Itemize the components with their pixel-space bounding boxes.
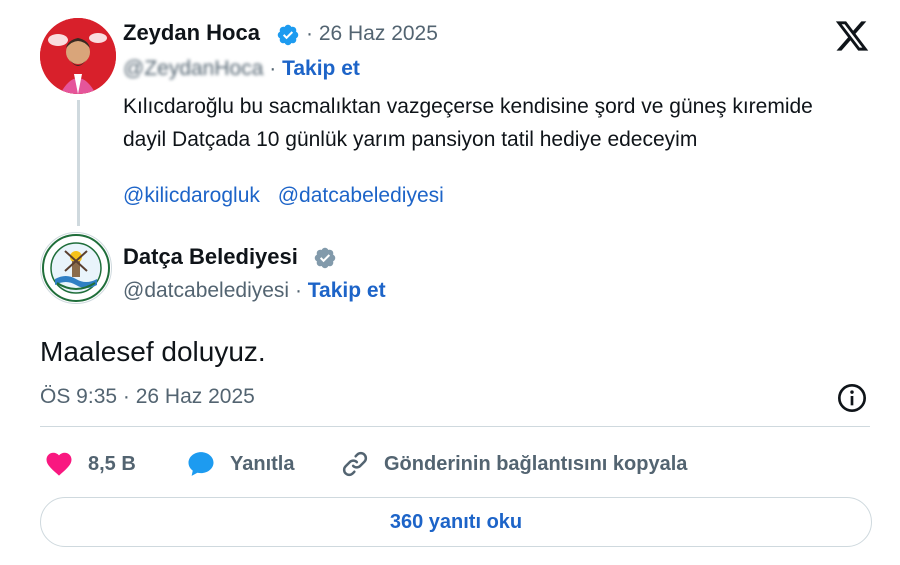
x-logo-icon[interactable] xyxy=(834,18,870,54)
reply-button[interactable]: Yanıtla xyxy=(186,446,294,482)
main-handle-row: @datcabelediyesi · Takip et xyxy=(123,279,386,303)
follow-button-zeydan[interactable]: Takip et xyxy=(282,57,360,80)
quoted-author-name[interactable]: Zeydan Hoca xyxy=(123,20,260,46)
datca-belediyesi-logo-avatar[interactable] xyxy=(40,232,112,304)
tweet-timestamp[interactable]: ÖS 9:35 · 26 Haz 2025 xyxy=(40,385,255,409)
handle-separator: · xyxy=(294,279,302,302)
thread-connector-line xyxy=(77,100,80,226)
mention-link-datcabelediyesi[interactable]: @datcabelediyesi xyxy=(278,184,444,207)
gray-verified-badge-icon xyxy=(314,247,336,269)
follow-button-datca[interactable]: Takip et xyxy=(308,279,386,302)
mention-link-kilicdarogluk[interactable]: @kilicdarogluk xyxy=(123,184,260,207)
like-count: 8,5 B xyxy=(88,452,136,475)
read-replies-button[interactable]: 360 yanıtı oku xyxy=(40,497,872,547)
handle-separator: · xyxy=(269,57,277,80)
tweet-card: Zeydan Hoca · 26 Haz 2025 @ZeydanHoca · … xyxy=(0,0,900,565)
quoted-tweet-mentions: @kilicdarogluk @datcabelediyesi xyxy=(123,184,444,208)
actions-divider xyxy=(40,426,870,427)
info-icon[interactable] xyxy=(836,382,868,414)
blue-verified-badge-icon xyxy=(277,24,299,46)
main-tweet-text: Maalesef doluyuz. xyxy=(40,336,266,367)
heart-icon xyxy=(46,452,72,476)
link-icon xyxy=(342,451,368,477)
zeydan-avatar[interactable] xyxy=(40,18,116,94)
copy-link-button[interactable]: Gönderinin bağlantısını kopyala xyxy=(340,446,687,482)
quoted-tweet-text: Kılıcdaroğlu bu sacmalıktan vazgeçerse k… xyxy=(123,95,813,151)
quoted-author-handle[interactable]: @ZeydanHoca xyxy=(123,57,263,80)
speech-bubble-icon xyxy=(188,452,214,476)
like-button[interactable]: 8,5 B xyxy=(44,446,136,482)
main-author-name[interactable]: Datça Belediyesi xyxy=(123,244,298,270)
copy-link-label: Gönderinin bağlantısını kopyala xyxy=(384,452,688,475)
quoted-handle-row: @ZeydanHoca · Takip et xyxy=(123,57,360,81)
quoted-tweet-date[interactable]: · 26 Haz 2025 xyxy=(306,22,438,46)
reply-label: Yanıtla xyxy=(230,452,295,475)
main-author-handle[interactable]: @datcabelediyesi xyxy=(123,279,289,302)
